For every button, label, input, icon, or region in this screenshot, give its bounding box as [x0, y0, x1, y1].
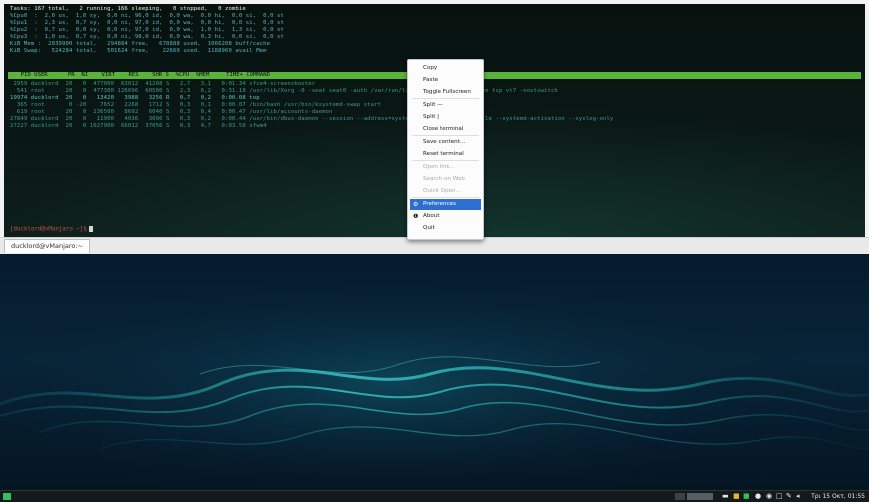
- menu-item-label: Split —: [423, 102, 443, 108]
- menu-item-label: Quit: [423, 225, 435, 231]
- menu-item-search-on-web[interactable]: Search on Web: [410, 174, 481, 185]
- menu-item-quick-open[interactable]: Quick Open...: [410, 186, 481, 197]
- menu-item-preferences[interactable]: ⚙ Preferences: [410, 199, 481, 210]
- menu-item-split[interactable]: Split —: [410, 100, 481, 111]
- menu-item-copy[interactable]: Copy: [410, 63, 481, 74]
- clipboard-icon[interactable]: □: [776, 492, 783, 501]
- menu-item-quit[interactable]: Quit: [410, 223, 481, 234]
- summary-line: %Cpu1 : 2,3 us, 0,7 sy, 0,0 ni, 97,0 id,…: [10, 20, 284, 26]
- clock[interactable]: Τρι 15 Οκτ, 01:55: [811, 492, 865, 501]
- shell-prompt[interactable]: [ducklord@vManjaro ~]$: [10, 226, 93, 233]
- summary-line: %Cpu3 : 1,0 us, 0,7 sy, 0,0 ni, 98,0 id,…: [10, 34, 284, 40]
- tab-title: ducklord@vManjaro:~: [11, 242, 84, 250]
- workspace-switcher[interactable]: [675, 493, 715, 500]
- menu-item-label: About: [423, 213, 440, 219]
- menu-item-label: Copy: [423, 65, 438, 71]
- folder-icon[interactable]: ■: [733, 492, 740, 501]
- menu-item-label: Paste: [423, 77, 439, 83]
- terminal-tab[interactable]: ducklord@vManjaro:~: [4, 239, 91, 253]
- menu-separator: [412, 160, 479, 161]
- process-row: 19974 ducklord 20 0 13420 3988 3256 R 0,…: [10, 95, 260, 101]
- desktop-wallpaper[interactable]: [0, 254, 869, 490]
- process-row: 27849 ducklord 20 0 11900 4036 3096 S 0,…: [10, 116, 614, 122]
- text-cursor: [88, 226, 93, 232]
- menu-item-toggle-fullscreen[interactable]: Toggle Fullscreen: [410, 87, 481, 98]
- app-menu-button[interactable]: [3, 493, 11, 500]
- pen-icon[interactable]: ✎: [786, 492, 792, 501]
- info-icon: ❶: [413, 213, 419, 220]
- network-icon[interactable]: ●: [755, 492, 761, 501]
- workspace-2[interactable]: [687, 493, 713, 500]
- taskbar: ▬ ■ ■ ● ◉ □ ✎ ◂ Τρι 15 Οκτ, 01:55: [0, 490, 869, 502]
- menu-item-reset-terminal[interactable]: Reset terminal: [410, 149, 481, 160]
- summary-line: %Cpu0 : 2,0 us, 1,0 sy, 0,0 ni, 96,0 id,…: [10, 13, 284, 19]
- process-row: 27227 ducklord 20 0 1027900 66012 37056 …: [10, 123, 267, 129]
- menu-item-label: Save content...: [423, 139, 466, 145]
- menu-item-save-content[interactable]: Save content...: [410, 137, 481, 148]
- gear-icon: ⚙: [413, 201, 419, 208]
- summary-line: %Cpu2 : 0,7 us, 0,0 sy, 0,0 ni, 97,0 id,…: [10, 27, 284, 33]
- menu-item-label: Close terminal: [423, 126, 464, 132]
- summary-line: Tasks: 167 total, 2 running, 166 sleepin…: [10, 6, 246, 12]
- menu-item-label: Reset terminal: [423, 151, 464, 157]
- prompt-text: [ducklord@vManjaro ~]$: [10, 226, 87, 233]
- workspace-1[interactable]: [675, 493, 685, 500]
- menu-item-label: Toggle Fullscreen: [423, 89, 471, 95]
- menu-item-paste[interactable]: Paste: [410, 75, 481, 86]
- menu-item-label: Preferences: [423, 201, 456, 207]
- menu-item-label: Search on Web: [423, 176, 465, 182]
- menu-item-close-terminal[interactable]: Close terminal: [410, 124, 481, 135]
- menu-separator: [412, 135, 479, 136]
- terminal-icon[interactable]: ▬: [722, 492, 729, 501]
- context-menu: Copy Paste Toggle Fullscreen Split — Split |…: [407, 59, 484, 240]
- shield-icon[interactable]: ◉: [766, 492, 772, 501]
- wave-wallpaper-graphic: [0, 254, 869, 490]
- green-app-icon[interactable]: ■: [743, 492, 750, 501]
- menu-item-split[interactable]: Split |: [410, 112, 481, 123]
- menu-item-label: Open link...: [423, 164, 455, 170]
- process-row: 619 root 20 0 236500 8692 6040 S 0,3 0,4…: [10, 109, 333, 115]
- menu-item-about[interactable]: ❶ About: [410, 211, 481, 222]
- menu-separator: [412, 197, 479, 198]
- menu-item-open-link[interactable]: Open link...: [410, 162, 481, 173]
- menu-item-label: Quick Open...: [423, 188, 461, 194]
- process-row: 365 root 0 -20 7652 2268 1712 S 0,3 0,1 …: [10, 102, 382, 108]
- summary-line: KiB Mem : 2039900 total, 294884 free, 67…: [10, 41, 271, 47]
- menu-separator: [412, 98, 479, 99]
- menu-item-label: Split |: [423, 114, 440, 120]
- process-row: 2959 ducklord 20 0 477000 63012 41208 S …: [10, 81, 316, 87]
- volume-icon[interactable]: ◂: [796, 492, 800, 501]
- summary-line: KiB Swap: 524284 total, 501624 free, 226…: [10, 48, 267, 54]
